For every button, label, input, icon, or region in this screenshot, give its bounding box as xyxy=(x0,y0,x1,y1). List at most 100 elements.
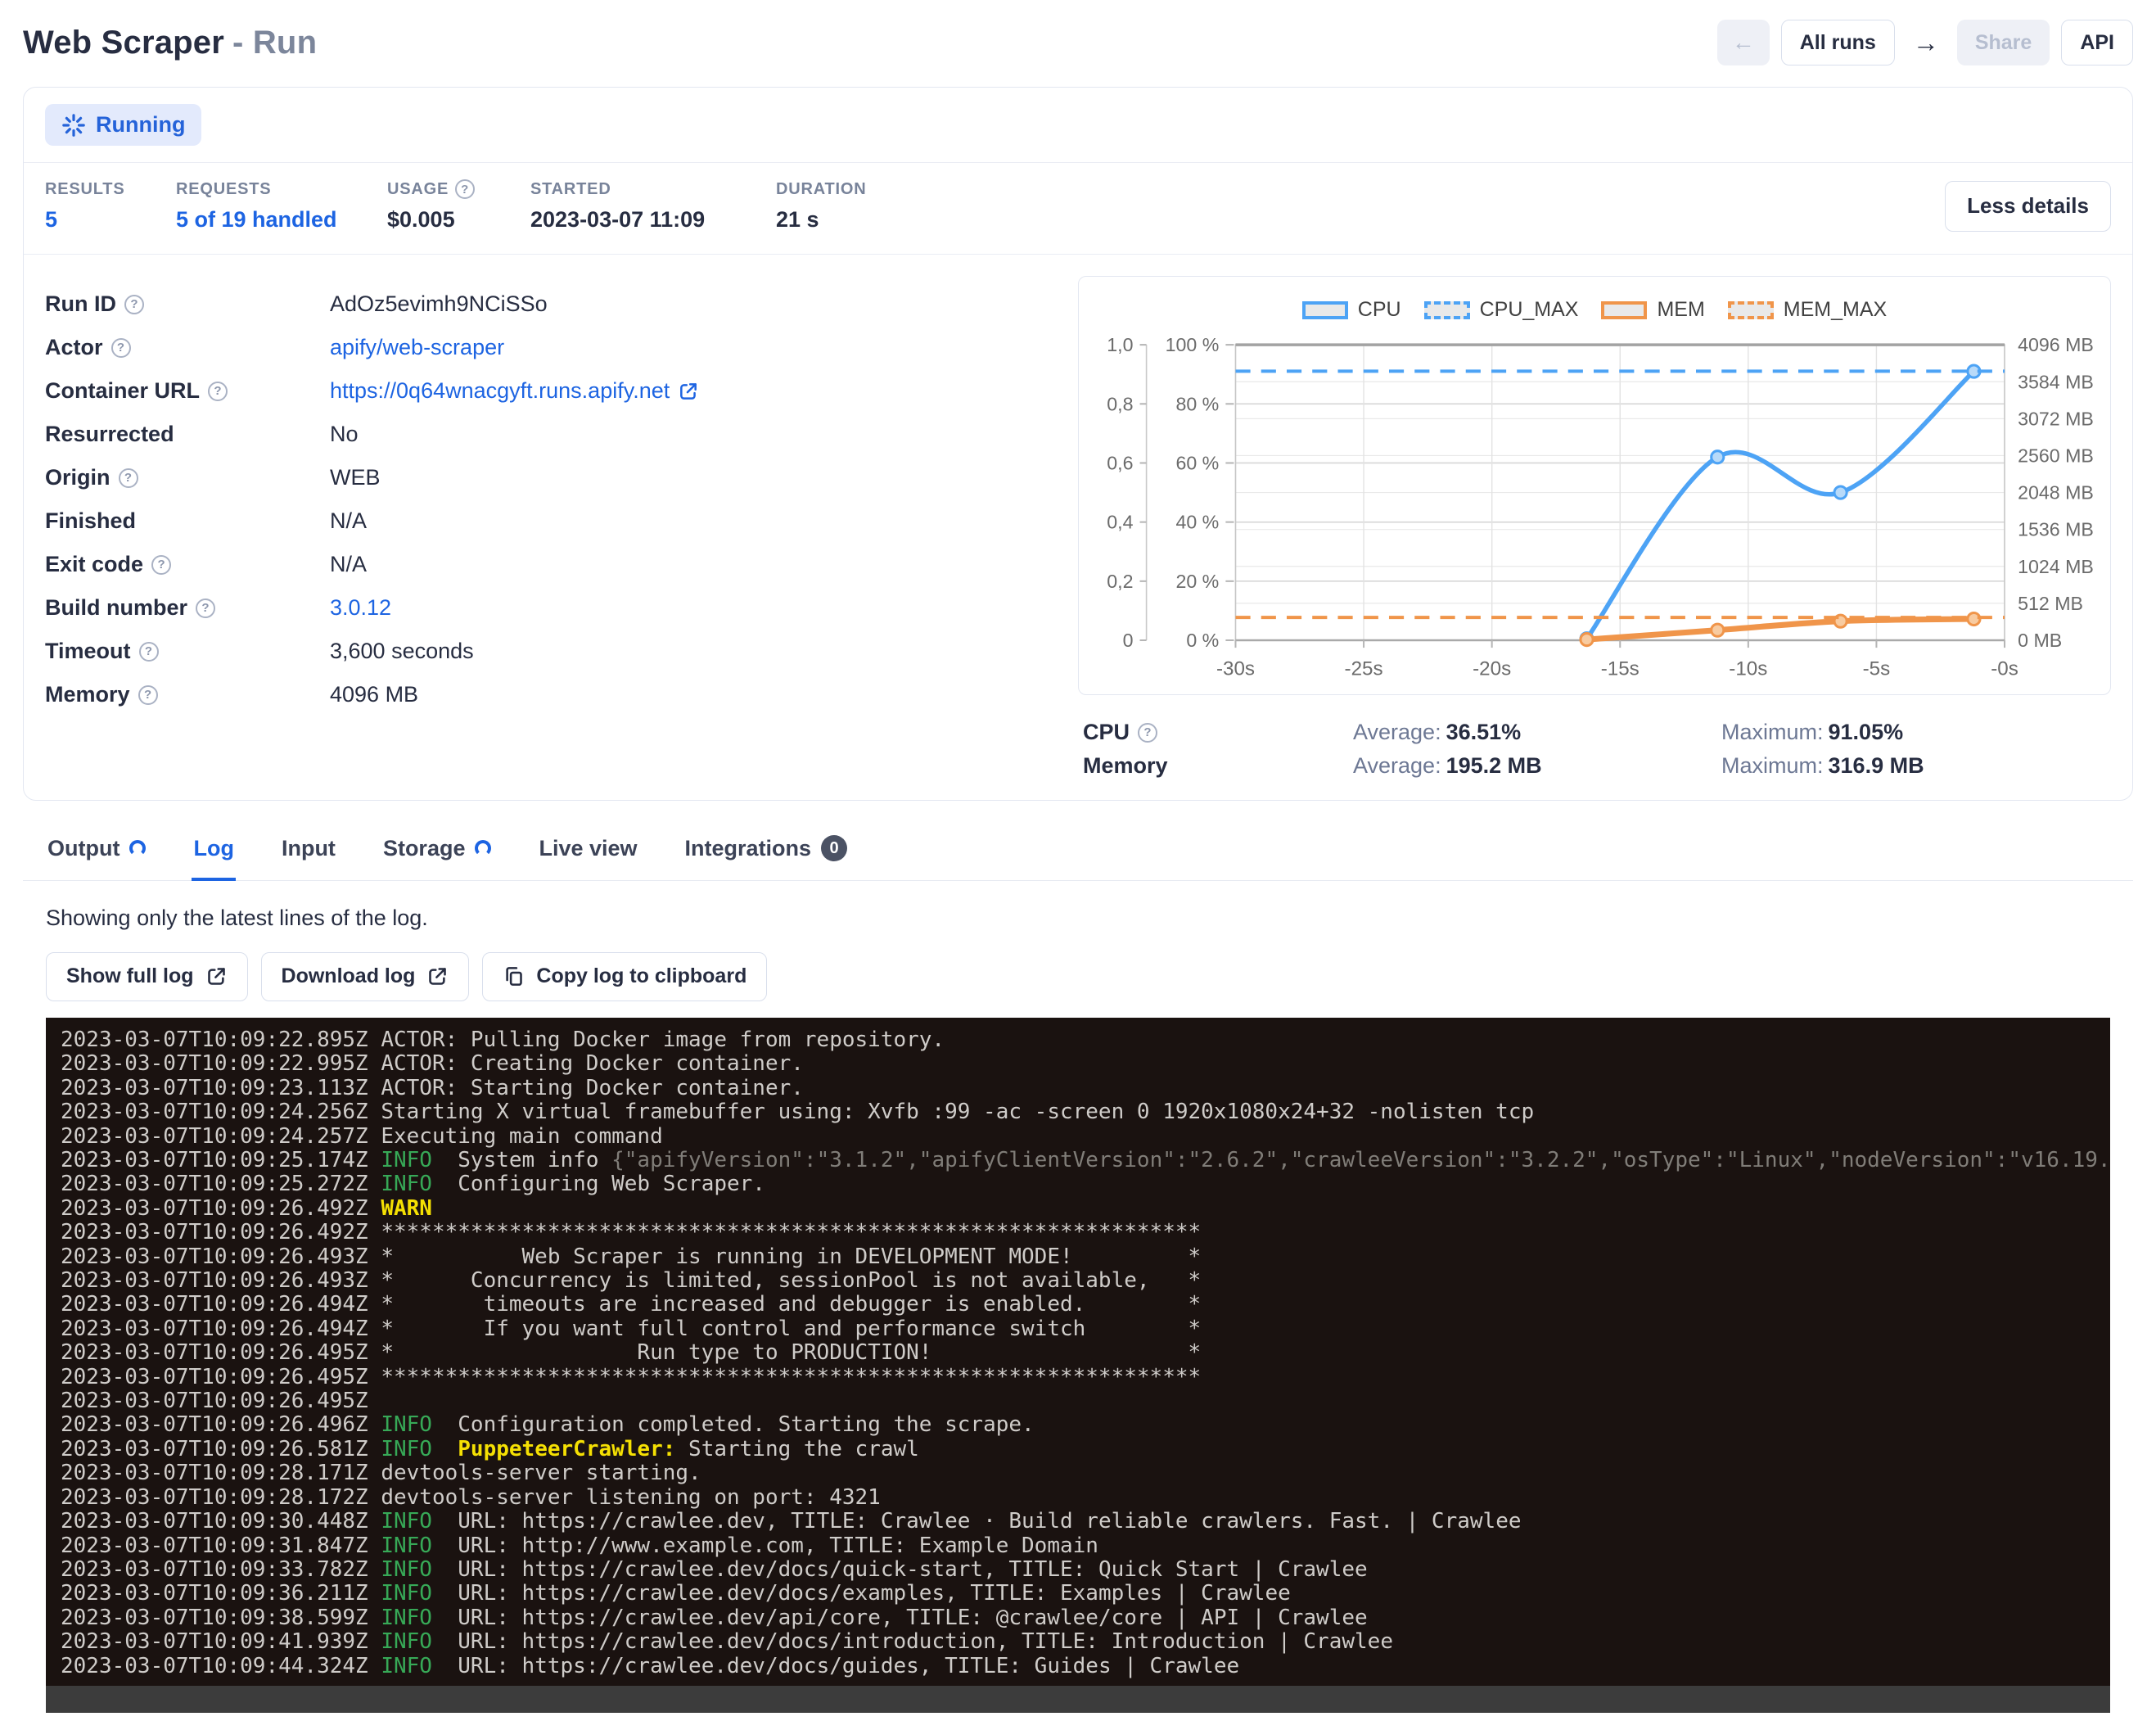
detail-label-text: Exit code xyxy=(45,552,143,577)
tab-input[interactable]: Input xyxy=(280,830,337,881)
status-row: Running xyxy=(24,88,2132,162)
share-button[interactable]: Share xyxy=(1957,20,2050,65)
legend-swatch xyxy=(1302,301,1348,319)
detail-label: Timeout? xyxy=(45,639,330,664)
tab-integrations[interactable]: Integrations0 xyxy=(683,830,850,881)
detail-link[interactable]: apify/web-scraper xyxy=(330,335,504,360)
help-icon[interactable]: ? xyxy=(1138,723,1157,743)
all-runs-button[interactable]: All runs xyxy=(1781,20,1895,65)
log-timestamp: 2023-03-07T10:09:28.171Z xyxy=(61,1461,381,1485)
log-message: URL: https://crawlee.dev, TITLE: Crawlee… xyxy=(458,1509,1521,1534)
detail-row-build-number: Build number?3.0.12 xyxy=(45,586,1053,630)
cpu-memory-chart: CPUCPU_MAXMEMMEM_MAX 1,00,80,60,40,20100… xyxy=(1078,276,2111,695)
help-icon[interactable]: ? xyxy=(119,468,138,488)
help-icon[interactable]: ? xyxy=(111,338,131,358)
previous-run-button[interactable]: ← xyxy=(1717,20,1770,65)
legend-swatch xyxy=(1601,301,1647,319)
stat-value: 21 s xyxy=(776,207,956,233)
help-icon[interactable]: ? xyxy=(196,599,215,618)
log-message: Configuring Web Scraper. xyxy=(458,1172,765,1196)
log-timestamp: 2023-03-07T10:09:26.494Z xyxy=(61,1292,381,1317)
svg-text:2560 MB: 2560 MB xyxy=(2018,445,2094,467)
tab-storage[interactable]: Storage xyxy=(381,830,494,881)
log-line: 2023-03-07T10:09:26.495Z xyxy=(61,1389,2110,1413)
detail-label-text: Resurrected xyxy=(45,422,174,447)
help-icon[interactable]: ? xyxy=(151,555,171,575)
copy-log-to-clipboard-button[interactable]: Copy log to clipboard xyxy=(482,952,767,1001)
stat-label-text: STARTED xyxy=(530,180,611,199)
tab-live-view[interactable]: Live view xyxy=(537,830,638,881)
log-highlight: PuppeteerCrawler: xyxy=(458,1437,675,1461)
log-line: 2023-03-07T10:09:26.492Z ***************… xyxy=(61,1221,2110,1244)
log-horizontal-scrollbar[interactable] xyxy=(46,1686,2110,1713)
svg-text:4096 MB: 4096 MB xyxy=(2018,334,2094,355)
stat-value[interactable]: 5 of 19 handled xyxy=(176,207,387,233)
log-timestamp: 2023-03-07T10:09:41.939Z xyxy=(61,1629,381,1654)
tab-output[interactable]: Output xyxy=(46,830,147,881)
help-icon[interactable]: ? xyxy=(138,685,158,705)
help-icon[interactable]: ? xyxy=(455,179,475,199)
log-console: 2023-03-07T10:09:22.895Z ACTOR: Pulling … xyxy=(46,1018,2110,1713)
external-link-icon xyxy=(426,965,449,987)
tab-label: Live view xyxy=(539,836,637,861)
detail-row-run-id: Run ID?AdOz5evimh9NCiSSo xyxy=(45,282,1053,326)
detail-link[interactable]: 3.0.12 xyxy=(330,595,391,621)
svg-text:-30s: -30s xyxy=(1216,657,1255,680)
metric-maximum-value: 316.9 MB xyxy=(1829,753,1924,778)
chart-legend: CPUCPU_MAXMEMMEM_MAX xyxy=(1087,298,2102,322)
stat-value[interactable]: 5 xyxy=(45,207,176,233)
svg-text:-0s: -0s xyxy=(1991,657,2018,680)
log-line: 2023-03-07T10:09:23.113Z ACTOR: Starting… xyxy=(61,1077,2110,1100)
tab-log[interactable]: Log xyxy=(192,830,235,881)
log-timestamp: 2023-03-07T10:09:33.782Z xyxy=(61,1557,381,1582)
help-icon[interactable]: ? xyxy=(139,642,159,662)
stat-label-text: USAGE xyxy=(387,180,449,199)
less-details-button[interactable]: Less details xyxy=(1945,181,2111,232)
download-log-button[interactable]: Download log xyxy=(261,952,470,1001)
log-level-info: INFO xyxy=(381,1557,432,1582)
log-line: 2023-03-07T10:09:26.495Z ***************… xyxy=(61,1366,2110,1389)
detail-row-actor: Actor?apify/web-scraper xyxy=(45,326,1053,369)
tab-count-badge: 0 xyxy=(821,835,847,861)
detail-label: Finished xyxy=(45,508,330,534)
log-line: 2023-03-07T10:09:44.324Z INFO URL: https… xyxy=(61,1655,2110,1678)
log-level-info: INFO xyxy=(381,1581,432,1606)
show-full-log-button[interactable]: Show full log xyxy=(46,952,248,1001)
log-message: ACTOR: Creating Docker container. xyxy=(381,1051,804,1076)
arrow-right-icon: → xyxy=(1913,28,1939,58)
log-line: 2023-03-07T10:09:24.256Z Starting X virt… xyxy=(61,1100,2110,1124)
log-message: Executing main command xyxy=(381,1124,662,1149)
log-timestamp: 2023-03-07T10:09:44.324Z xyxy=(61,1654,381,1678)
help-icon[interactable]: ? xyxy=(208,382,228,401)
detail-label-text: Timeout xyxy=(45,639,131,664)
copy-icon xyxy=(503,965,525,987)
tab-label: Input xyxy=(282,836,336,861)
help-icon[interactable]: ? xyxy=(124,295,144,314)
detail-value: No xyxy=(330,422,359,447)
log-line: 2023-03-07T10:09:33.782Z INFO URL: https… xyxy=(61,1558,2110,1582)
log-timestamp: 2023-03-07T10:09:26.494Z xyxy=(61,1317,381,1341)
next-run-button[interactable]: → xyxy=(1906,20,1946,65)
detail-link[interactable]: https://0q64wnacgyft.runs.apify.net xyxy=(330,378,670,404)
metric-average: Average:36.51% xyxy=(1353,720,1721,745)
svg-text:100 %: 100 % xyxy=(1166,334,1220,355)
stat-label-text: DURATION xyxy=(776,180,866,199)
log-message: System info xyxy=(458,1148,611,1172)
metric-average-value: 195.2 MB xyxy=(1446,753,1542,778)
log-message: ****************************************… xyxy=(381,1220,1201,1244)
tab-label: Log xyxy=(193,836,233,861)
log-level-info: INFO xyxy=(381,1172,432,1196)
stat-started: STARTED2023-03-07 11:09 xyxy=(530,180,776,233)
log-timestamp: 2023-03-07T10:09:26.493Z xyxy=(61,1244,381,1269)
details-section: Run ID?AdOz5evimh9NCiSSoActor?apify/web-… xyxy=(24,255,2132,800)
metric-name: Memory xyxy=(1083,753,1168,779)
detail-value: WEB xyxy=(330,465,381,490)
detail-label: Origin? xyxy=(45,465,330,490)
log-timestamp: 2023-03-07T10:09:26.492Z xyxy=(61,1196,381,1221)
svg-text:0 MB: 0 MB xyxy=(2018,630,2062,651)
detail-label: Build number? xyxy=(45,595,330,621)
log-message: * Web Scraper is running in DEVELOPMENT … xyxy=(381,1244,1201,1269)
loading-arc-icon xyxy=(129,840,146,856)
api-button[interactable]: API xyxy=(2061,20,2133,65)
log-json: {"apifyVersion":"3.1.2","apifyClientVers… xyxy=(611,1148,2110,1172)
